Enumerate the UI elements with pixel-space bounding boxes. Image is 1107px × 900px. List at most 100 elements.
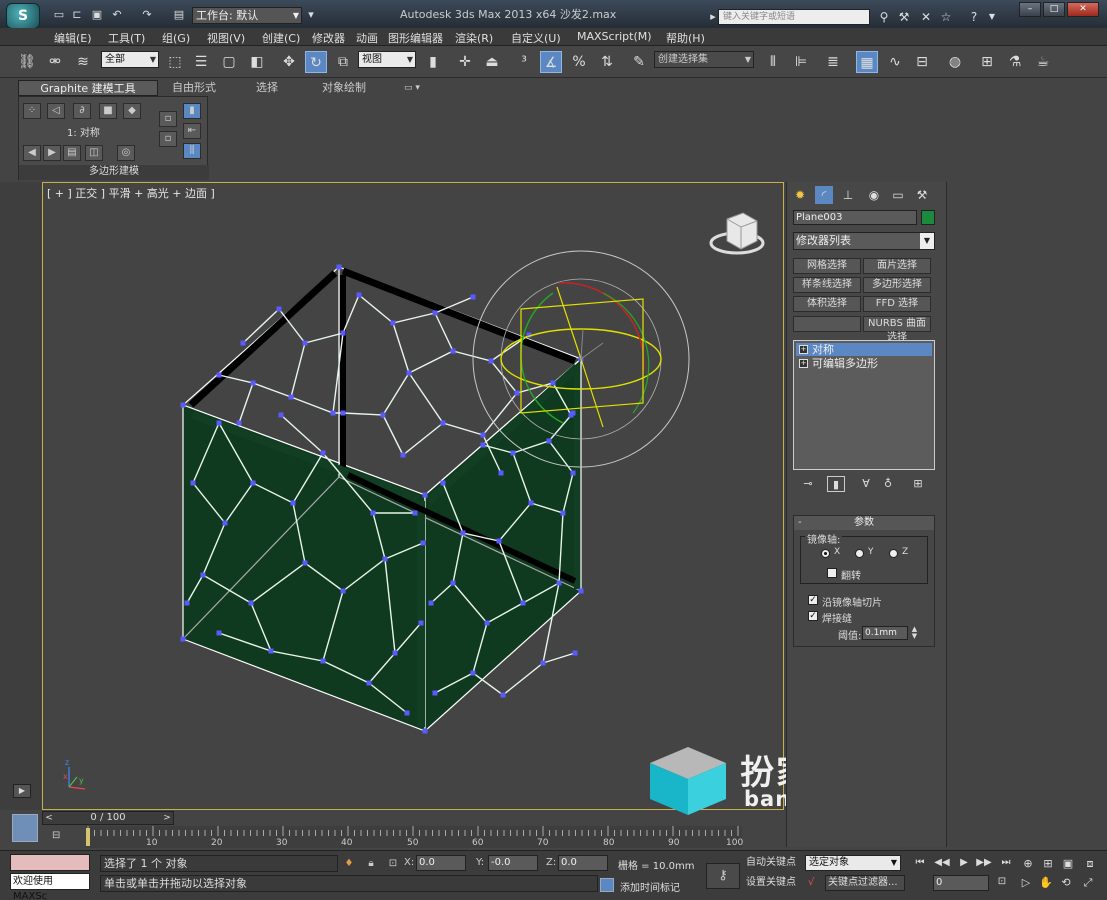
z-coordinate-input[interactable]: 0.0 — [558, 855, 608, 871]
add-time-tag-label[interactable]: 添加时间标记 — [620, 879, 680, 894]
select-object-icon[interactable]: ⬚ — [164, 51, 186, 73]
isolate-icon[interactable]: ♦ — [342, 857, 356, 871]
zoom-extents-icon[interactable]: ▣ — [1060, 856, 1076, 872]
help-dropdown-icon[interactable]: ▼ — [984, 9, 1000, 25]
field-of-view-icon[interactable]: ▷ — [1018, 875, 1034, 891]
angle-snap-icon[interactable]: ∡ — [540, 51, 562, 73]
go-to-end-icon[interactable]: ⏭ — [998, 856, 1014, 870]
toggle-track-icon[interactable]: ⊟ — [52, 830, 66, 842]
ribbon-options-icon[interactable]: ▭ ▾ — [404, 80, 420, 96]
scale-icon[interactable]: ⧉ — [332, 51, 354, 73]
lightbulb-icon[interactable]: + — [799, 345, 808, 354]
rollout-header[interactable]: - 参数 — [794, 516, 934, 530]
spinner-snap-icon[interactable]: ⇅ — [596, 51, 618, 73]
new-file-icon[interactable]: ▭ — [52, 8, 66, 21]
mesh-select-button[interactable]: 网格选择 — [793, 258, 861, 274]
favorites-star-icon[interactable]: ☆ — [938, 9, 954, 25]
expand-arrow-icon[interactable]: ▶ — [13, 784, 31, 798]
select-by-name-icon[interactable]: ☰ — [190, 51, 212, 73]
pan-hand-icon[interactable]: ✋ — [1038, 875, 1054, 891]
ffd-select-button[interactable]: FFD 选择 — [863, 296, 931, 312]
edit-named-selection-icon[interactable]: ✎ — [628, 51, 650, 73]
zoom-icon[interactable]: ⊕ — [1020, 856, 1036, 872]
maximize-button[interactable]: □ — [1043, 2, 1065, 17]
previous-frame-icon[interactable]: ◀◀ — [934, 856, 950, 870]
show-end-result-icon[interactable]: ▮ — [183, 103, 201, 119]
nurbs-select-button[interactable]: NURBS 曲面选择 — [863, 316, 931, 343]
undo-icon[interactable]: ↶ — [110, 8, 124, 21]
tab-selection[interactable]: 选择 — [256, 80, 278, 96]
patch-select-button[interactable]: 面片选择 — [863, 258, 931, 274]
search-input[interactable]: 键入关键字或短语 — [718, 9, 870, 25]
edge-mode-icon[interactable]: ◁ — [47, 103, 65, 119]
stack-item-symmetry[interactable]: + 对称 — [796, 343, 932, 356]
configure-sets-icon[interactable]: ⊞ — [909, 476, 927, 492]
viewport-perspective[interactable]: [ + ] 正交 ] 平滑 + 高光 + 边面 ] z y x — [42, 182, 784, 810]
bind-spacewarp-icon[interactable]: ≋ — [72, 51, 94, 73]
graphite-toggle-icon[interactable]: ▦ — [856, 51, 878, 73]
vertex-mode-icon[interactable]: ⁘ — [23, 103, 41, 119]
menu-rendering[interactable]: 渲染(R) — [455, 30, 493, 46]
object-color-swatch[interactable] — [921, 210, 935, 225]
preview-icon[interactable]: ◎ — [117, 145, 135, 161]
play-icon[interactable]: ▶ — [956, 856, 972, 870]
save-icon[interactable]: ▣ — [90, 8, 104, 21]
create-tab-icon[interactable]: ✹ — [791, 186, 809, 204]
menu-help[interactable]: 帮助(H) — [666, 30, 705, 46]
menu-create[interactable]: 创建(C) — [262, 30, 300, 46]
hierarchy-tab-icon[interactable]: ⊥ — [839, 186, 857, 204]
absolute-mode-icon[interactable]: ⊡ — [386, 857, 400, 871]
current-frame-input[interactable]: 0 — [933, 875, 989, 891]
polygon-mode-icon[interactable]: ■ — [99, 103, 117, 119]
redo-icon[interactable]: ↷ — [140, 8, 154, 21]
curve-editor-icon[interactable]: ∿ — [884, 51, 906, 73]
element-mode-icon[interactable]: ◆ — [123, 103, 141, 119]
menu-animation[interactable]: 动画 — [356, 30, 378, 46]
menu-maxscript[interactable]: MAXScript(M) — [577, 30, 652, 43]
add-time-tag-icon[interactable] — [600, 878, 614, 892]
menu-edit[interactable]: 编辑(E) — [54, 30, 92, 46]
expand-icon[interactable]: + — [799, 359, 808, 368]
time-slider[interactable]: < 0 / 100 > — [42, 811, 174, 825]
key-icon[interactable]: ⚷ — [706, 863, 740, 889]
time-slider-marker[interactable] — [86, 828, 90, 846]
collapse-icon[interactable]: - — [798, 516, 802, 529]
close-button[interactable]: ✕ — [1067, 2, 1099, 17]
orbit-icon[interactable]: ⟲ — [1058, 875, 1074, 891]
binoculars-icon[interactable]: ⚲ — [876, 9, 892, 25]
threshold-input[interactable]: 0.1mm — [862, 626, 908, 640]
slice-checkbox[interactable]: ✓ — [808, 595, 818, 605]
open-folder-icon[interactable]: ⊏ — [70, 8, 84, 21]
menu-customize[interactable]: 自定义(U) — [511, 30, 561, 46]
minimize-button[interactable]: – — [1019, 2, 1041, 17]
render-production-icon[interactable]: ☕ — [1032, 51, 1054, 73]
lock-icon[interactable]: 🔒︎ — [364, 857, 378, 871]
track-bar[interactable]: 10 20 30 40 50 60 70 80 90 100 — [86, 826, 743, 848]
align-icon[interactable]: ⊫ — [790, 51, 812, 73]
scene-mesh[interactable]: z y x — [43, 183, 784, 810]
poly-select-button[interactable]: 多边形选择 — [863, 277, 931, 293]
material-editor-icon[interactable]: ◍ — [944, 51, 966, 73]
remove-modifier-icon[interactable]: ⇤ — [183, 123, 201, 139]
pin-stack-icon[interactable]: ⫼ — [183, 143, 201, 159]
ignore-backface-icon[interactable]: ▫ — [159, 111, 177, 127]
spline-select-button[interactable]: 样条线选择 — [793, 277, 861, 293]
workspace-dropdown[interactable]: 工作台: 默认 ▼ — [192, 7, 302, 24]
stack-collapse-icon[interactable]: ◫ — [85, 145, 103, 161]
remove-modifier-icon[interactable]: ♁ — [879, 476, 897, 492]
volume-select-button[interactable]: 体积选择 — [793, 296, 861, 312]
key-mode-dropdown[interactable]: 选定对象 ▼ — [805, 855, 901, 871]
mini-curve-editor-button[interactable] — [12, 814, 38, 842]
axis-y-radio[interactable] — [855, 549, 864, 558]
app-logo-button[interactable]: S — [6, 3, 40, 29]
zoom-extents-all-icon[interactable]: ⧈ — [1082, 856, 1098, 872]
selection-filter-dropdown[interactable]: 全部 ▼ — [101, 51, 159, 68]
named-selection-dropdown[interactable]: 创建选择集 ▼ — [654, 51, 754, 68]
link-icon[interactable]: ⛓ — [16, 51, 38, 73]
project-folder-icon[interactable]: ▤ — [172, 8, 186, 21]
help-icon[interactable]: ? — [966, 9, 982, 25]
zoom-all-icon[interactable]: ⊞ — [1040, 856, 1056, 872]
unlink-icon[interactable]: ⚮ — [44, 51, 66, 73]
window-crossing-icon[interactable]: ◧ — [246, 51, 268, 73]
empty-modifier-button[interactable] — [793, 316, 861, 332]
